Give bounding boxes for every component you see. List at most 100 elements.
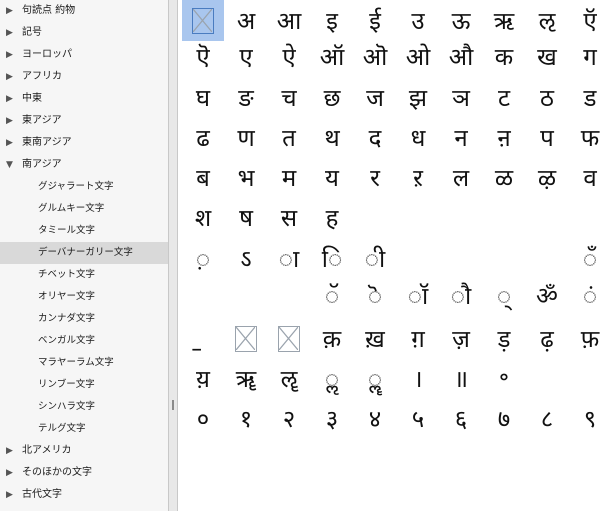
sidebar-subitem[interactable]: オリヤー文字: [0, 286, 168, 308]
glyph-cell[interactable]: क़: [311, 318, 353, 359]
glyph-cell[interactable]: ढ: [182, 117, 224, 158]
glyph-cell[interactable]: झ: [397, 77, 439, 118]
glyph-cell[interactable]: ख: [526, 36, 568, 77]
glyph-cell[interactable]: [182, 0, 224, 41]
glyph-cell[interactable]: ॉ: [397, 275, 439, 316]
glyph-cell[interactable]: अ: [225, 0, 267, 41]
glyph-cell[interactable]: घ: [182, 77, 224, 118]
glyph-cell[interactable]: म: [268, 157, 310, 198]
sidebar-subitem[interactable]: テルグ文字: [0, 418, 168, 440]
glyph-cell[interactable]: ऑ: [311, 36, 353, 77]
glyph-cell[interactable]: इ: [311, 0, 353, 41]
sidebar-category[interactable]: ▶ アフリカ: [0, 66, 168, 88]
glyph-cell[interactable]: ़: [182, 238, 224, 279]
sidebar-subitem[interactable]: タミール文字: [0, 220, 168, 242]
glyph-cell[interactable]: ॠ: [225, 358, 267, 399]
glyph-cell[interactable]: ण: [225, 117, 267, 158]
sidebar-subitem[interactable]: シンハラ文字: [0, 396, 168, 418]
divider-grip-icon[interactable]: [172, 400, 174, 410]
glyph-cell[interactable]: ॣ: [354, 358, 396, 399]
disclosure-collapsed-icon[interactable]: ▶: [6, 462, 18, 484]
glyph-cell[interactable]: ९: [569, 398, 605, 439]
glyph-cell[interactable]: ञ: [440, 77, 482, 118]
glyph-cell[interactable]: ग: [569, 36, 605, 77]
glyph-cell[interactable]: ४: [354, 398, 396, 439]
sidebar-category[interactable]: ▶ そのほかの文字: [0, 462, 168, 484]
glyph-cell[interactable]: श: [182, 197, 224, 238]
glyph-cell[interactable]: ८: [526, 398, 568, 439]
glyph-cell[interactable]: ऽ: [225, 238, 267, 279]
glyph-cell[interactable]: ष: [225, 197, 267, 238]
sidebar-subitem[interactable]: ベンガル文字: [0, 330, 168, 352]
sidebar-category[interactable]: ▼ 南アジア: [0, 154, 168, 176]
glyph-cell[interactable]: ऒ: [354, 36, 396, 77]
sidebar-category[interactable]: ▶ 北アメリカ: [0, 440, 168, 462]
glyph-cell[interactable]: ज: [354, 77, 396, 118]
sidebar-subitem[interactable]: デーバナーガリー文字: [0, 242, 168, 264]
glyph-cell[interactable]: ा: [268, 238, 310, 279]
glyph-cell[interactable]: च: [268, 77, 310, 118]
glyph-cell[interactable]: ए: [225, 36, 267, 77]
glyph-cell[interactable]: ऊ: [440, 0, 482, 41]
glyph-cell[interactable]: त: [268, 117, 310, 158]
sidebar-subitem[interactable]: リンブー文字: [0, 374, 168, 396]
sidebar-category[interactable]: ▶ 東南アジア: [0, 132, 168, 154]
glyph-cell[interactable]: ॡ: [268, 358, 310, 399]
glyph-cell[interactable]: ड़: [483, 318, 525, 359]
glyph-cell[interactable]: ख़: [354, 318, 396, 359]
glyph-cell[interactable]: ७: [483, 398, 525, 439]
glyph-cell[interactable]: ऋ: [483, 0, 525, 41]
glyph-cell[interactable]: छ: [311, 77, 353, 118]
glyph-cell[interactable]: प: [526, 117, 568, 158]
glyph-cell[interactable]: ॒: [182, 318, 224, 359]
glyph-cell[interactable]: ड: [569, 77, 605, 118]
glyph-cell[interactable]: ह: [311, 197, 353, 238]
glyph-cell[interactable]: ग़: [397, 318, 439, 359]
disclosure-collapsed-icon[interactable]: ▶: [6, 44, 18, 66]
disclosure-collapsed-icon[interactable]: ▶: [6, 132, 18, 154]
disclosure-collapsed-icon[interactable]: ▶: [6, 440, 18, 462]
glyph-cell[interactable]: ६: [440, 398, 482, 439]
sidebar-subitem[interactable]: グルムキー文字: [0, 198, 168, 220]
glyph-cell[interactable]: आ: [268, 0, 310, 41]
glyph-cell[interactable]: ध: [397, 117, 439, 158]
glyph-cell[interactable]: फ़: [569, 318, 605, 359]
glyph-cell[interactable]: थ: [311, 117, 353, 158]
glyph-cell[interactable]: व: [569, 157, 605, 198]
disclosure-collapsed-icon[interactable]: ▶: [6, 88, 18, 110]
glyph-cell[interactable]: ।: [397, 358, 439, 399]
glyph-cell[interactable]: ज़: [440, 318, 482, 359]
glyph-cell[interactable]: ॐ: [526, 275, 568, 316]
glyph-cell[interactable]: ऩ: [483, 117, 525, 158]
glyph-cell[interactable]: २: [268, 398, 310, 439]
glyph-cell[interactable]: १: [225, 398, 267, 439]
sidebar-category[interactable]: ▶ ヨーロッパ: [0, 44, 168, 66]
disclosure-collapsed-icon[interactable]: ▶: [6, 484, 18, 506]
glyph-cell[interactable]: ट: [483, 77, 525, 118]
sidebar-category[interactable]: ▶ 古代文字: [0, 484, 168, 506]
sidebar-subitem[interactable]: マラヤーラム文字: [0, 352, 168, 374]
glyph-cell[interactable]: ॰: [483, 358, 525, 399]
sidebar-category[interactable]: ▶ 記号: [0, 22, 168, 44]
glyph-cell[interactable]: न: [440, 117, 482, 158]
glyph-cell[interactable]: ई: [354, 0, 396, 41]
glyph-cell[interactable]: [268, 318, 310, 359]
glyph-cell[interactable]: स: [268, 197, 310, 238]
glyph-cell[interactable]: ॥: [440, 358, 482, 399]
glyph-cell[interactable]: ॢ: [311, 358, 353, 399]
glyph-cell[interactable]: ि: [311, 238, 353, 279]
glyph-cell[interactable]: औ: [440, 36, 482, 77]
glyph-cell[interactable]: ऴ: [526, 157, 568, 198]
glyph-cell[interactable]: ०: [182, 398, 224, 439]
sidebar-subitem[interactable]: チベット文字: [0, 264, 168, 286]
glyph-cell[interactable]: [225, 318, 267, 359]
glyph-cell[interactable]: ढ़: [526, 318, 568, 359]
glyph-cell[interactable]: ब: [182, 157, 224, 198]
glyph-cell[interactable]: द: [354, 117, 396, 158]
glyph-cell[interactable]: य़: [182, 358, 224, 399]
glyph-cell[interactable]: ॆ: [354, 275, 396, 316]
glyph-cell[interactable]: ौ: [440, 275, 482, 316]
glyph-cell[interactable]: ळ: [483, 157, 525, 198]
glyph-cell[interactable]: र: [354, 157, 396, 198]
glyph-cell[interactable]: क: [483, 36, 525, 77]
